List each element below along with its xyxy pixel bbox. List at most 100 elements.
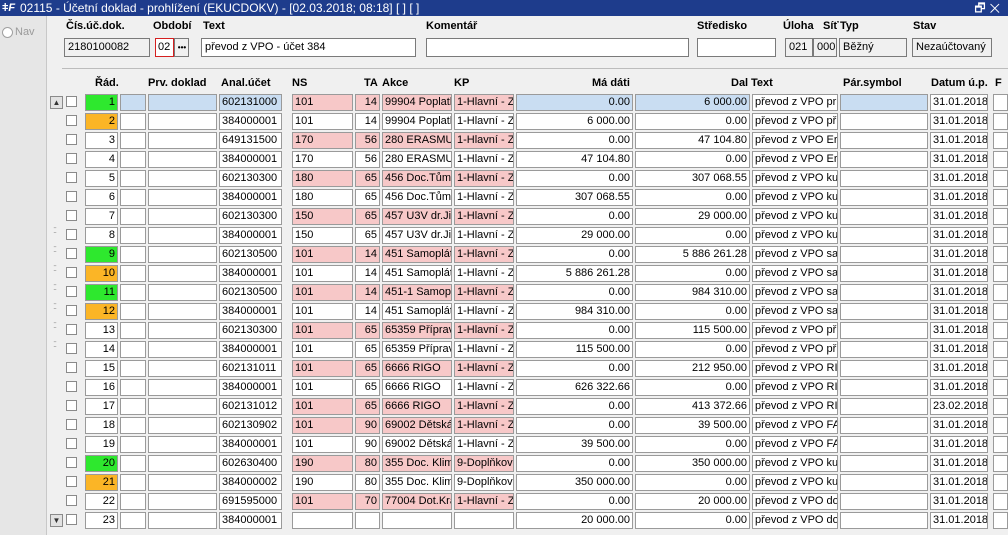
- table-row[interactable]: 3 649131500 17056280 ERASMUS1-Hlavní - Zda…: [47, 131, 1008, 150]
- text-cell[interactable]: převod z VPO pr: [752, 94, 838, 111]
- action-cell[interactable]: 280 ERASMUS: [382, 151, 452, 168]
- debit-cell[interactable]: 47 104.80: [516, 151, 633, 168]
- first-doc-left-cell[interactable]: [120, 379, 146, 396]
- extra-cell[interactable]: [993, 132, 1008, 149]
- ta-cell[interactable]: 65: [355, 398, 380, 415]
- credit-cell[interactable]: 350 000.00: [635, 455, 750, 472]
- date-cell[interactable]: 31.01.2018: [930, 227, 988, 244]
- ta-cell[interactable]: 80: [355, 455, 380, 472]
- row-checkbox[interactable]: [66, 362, 77, 373]
- row-number-cell[interactable]: 15: [85, 360, 118, 377]
- row-checkbox[interactable]: [66, 248, 77, 259]
- debit-cell[interactable]: 0.00: [516, 398, 633, 415]
- ns-cell[interactable]: 101: [292, 303, 353, 320]
- row-number-cell[interactable]: 3: [85, 132, 118, 149]
- account-cell[interactable]: 384000001: [219, 512, 282, 529]
- credit-cell[interactable]: 0.00: [635, 151, 750, 168]
- credit-cell[interactable]: 0.00: [635, 265, 750, 282]
- window-controls[interactable]: 🗗✕: [974, 0, 1004, 16]
- text-cell[interactable]: převod z VPO kur: [752, 189, 838, 206]
- credit-cell[interactable]: 0.00: [635, 512, 750, 529]
- row-checkbox[interactable]: [66, 229, 77, 240]
- ta-cell[interactable]: 90: [355, 417, 380, 434]
- kp-cell[interactable]: 1-Hlavní - Zdaň: [454, 189, 514, 206]
- text-cell[interactable]: převod z VPO kur: [752, 170, 838, 187]
- ta-cell[interactable]: [355, 512, 380, 529]
- account-cell[interactable]: 384000001: [219, 189, 282, 206]
- text-cell[interactable]: převod z VPO sar: [752, 246, 838, 263]
- first-doc-cell[interactable]: [148, 170, 217, 187]
- text-cell[interactable]: převod z VPO př.: [752, 113, 838, 130]
- task-field[interactable]: 021: [785, 38, 813, 57]
- kp-cell[interactable]: 1-Hlavní - Zdaň: [454, 322, 514, 339]
- text-field[interactable]: převod z VPO - účet 384: [201, 38, 416, 57]
- account-cell[interactable]: 384000001: [219, 151, 282, 168]
- nav-radio[interactable]: [2, 27, 13, 38]
- pair-symbol-cell[interactable]: [840, 208, 928, 225]
- date-cell[interactable]: 31.01.2018: [930, 341, 988, 358]
- row-number-cell[interactable]: 19: [85, 436, 118, 453]
- text-cell[interactable]: převod z VPO dot: [752, 512, 838, 529]
- table-row[interactable]: ⁚⁚ 9 602130500 10114451 Samoplátci1-Hlavní …: [47, 245, 1008, 264]
- ta-cell[interactable]: 80: [355, 474, 380, 491]
- row-checkbox[interactable]: [66, 476, 77, 487]
- extra-cell[interactable]: [993, 474, 1008, 491]
- table-row[interactable]: 6 384000001 18065456 Doc.Tůma1-Hlavní - Zd…: [47, 188, 1008, 207]
- debit-cell[interactable]: 0.00: [516, 208, 633, 225]
- first-doc-cell[interactable]: [148, 512, 217, 529]
- doc-no-field[interactable]: 2180100082: [64, 38, 150, 57]
- account-cell[interactable]: 384000001: [219, 436, 282, 453]
- account-cell[interactable]: 384000001: [219, 265, 282, 282]
- first-doc-cell[interactable]: [148, 398, 217, 415]
- row-number-cell[interactable]: 21: [85, 474, 118, 491]
- text-cell[interactable]: převod z VPO př.: [752, 322, 838, 339]
- kp-cell[interactable]: 1-Hlavní - Zdaň: [454, 246, 514, 263]
- first-doc-left-cell[interactable]: [120, 265, 146, 282]
- row-number-cell[interactable]: 23: [85, 512, 118, 529]
- ta-cell[interactable]: 14: [355, 284, 380, 301]
- action-cell[interactable]: 99904 Poplatky: [382, 94, 452, 111]
- drag-handle-icon[interactable]: ⁚⁚: [53, 303, 59, 319]
- kp-cell[interactable]: 9-Doplňková: [454, 455, 514, 472]
- action-cell[interactable]: 6666 RIGO: [382, 379, 452, 396]
- first-doc-cell[interactable]: [148, 493, 217, 510]
- debit-cell[interactable]: 0.00: [516, 455, 633, 472]
- account-cell[interactable]: 602130500: [219, 246, 282, 263]
- drag-handle-icon[interactable]: ⁚⁚: [53, 322, 59, 338]
- col-first-doc[interactable]: Prv. doklad: [148, 77, 206, 89]
- row-number-cell[interactable]: 10: [85, 265, 118, 282]
- date-cell[interactable]: 31.01.2018: [930, 151, 988, 168]
- first-doc-cell[interactable]: [148, 113, 217, 130]
- text-cell[interactable]: převod z VPO Era: [752, 151, 838, 168]
- ns-cell[interactable]: 101: [292, 94, 353, 111]
- extra-cell[interactable]: [993, 265, 1008, 282]
- debit-cell[interactable]: 0.00: [516, 322, 633, 339]
- account-cell[interactable]: 602130500: [219, 284, 282, 301]
- date-cell[interactable]: 31.01.2018: [930, 512, 988, 529]
- first-doc-cell[interactable]: [148, 436, 217, 453]
- row-number-cell[interactable]: 16: [85, 379, 118, 396]
- kp-cell[interactable]: 1-Hlavní - Zdaň: [454, 94, 514, 111]
- extra-cell[interactable]: [993, 227, 1008, 244]
- ns-cell[interactable]: 101: [292, 246, 353, 263]
- table-row[interactable]: 18 602130902 101 90 69002 Dětská 1-Hlavní - Z…: [47, 416, 1008, 435]
- row-number-cell[interactable]: 12: [85, 303, 118, 320]
- table-row[interactable]: 16 384000001 101656666 RIGO1-Hlavní - Zdaň…: [47, 378, 1008, 397]
- date-cell[interactable]: 31.01.2018: [930, 474, 988, 491]
- col-action[interactable]: Akce: [382, 77, 408, 89]
- credit-cell[interactable]: 47 104.80: [635, 132, 750, 149]
- text-cell[interactable]: převod z VPO kur: [752, 227, 838, 244]
- pair-symbol-cell[interactable]: [840, 151, 928, 168]
- pair-symbol-cell[interactable]: [840, 493, 928, 510]
- credit-cell[interactable]: 5 886 261.28: [635, 246, 750, 263]
- date-cell[interactable]: 31.01.2018: [930, 113, 988, 130]
- row-checkbox[interactable]: [66, 400, 77, 411]
- pair-symbol-cell[interactable]: [840, 113, 928, 130]
- action-cell[interactable]: 280 ERASMUS: [382, 132, 452, 149]
- debit-cell[interactable]: 20 000.00: [516, 512, 633, 529]
- extra-cell[interactable]: [993, 379, 1008, 396]
- first-doc-cell[interactable]: [148, 379, 217, 396]
- ta-cell[interactable]: 56: [355, 132, 380, 149]
- action-cell[interactable]: 451 Samoplátci: [382, 246, 452, 263]
- action-cell[interactable]: 451 Samoplátci: [382, 303, 452, 320]
